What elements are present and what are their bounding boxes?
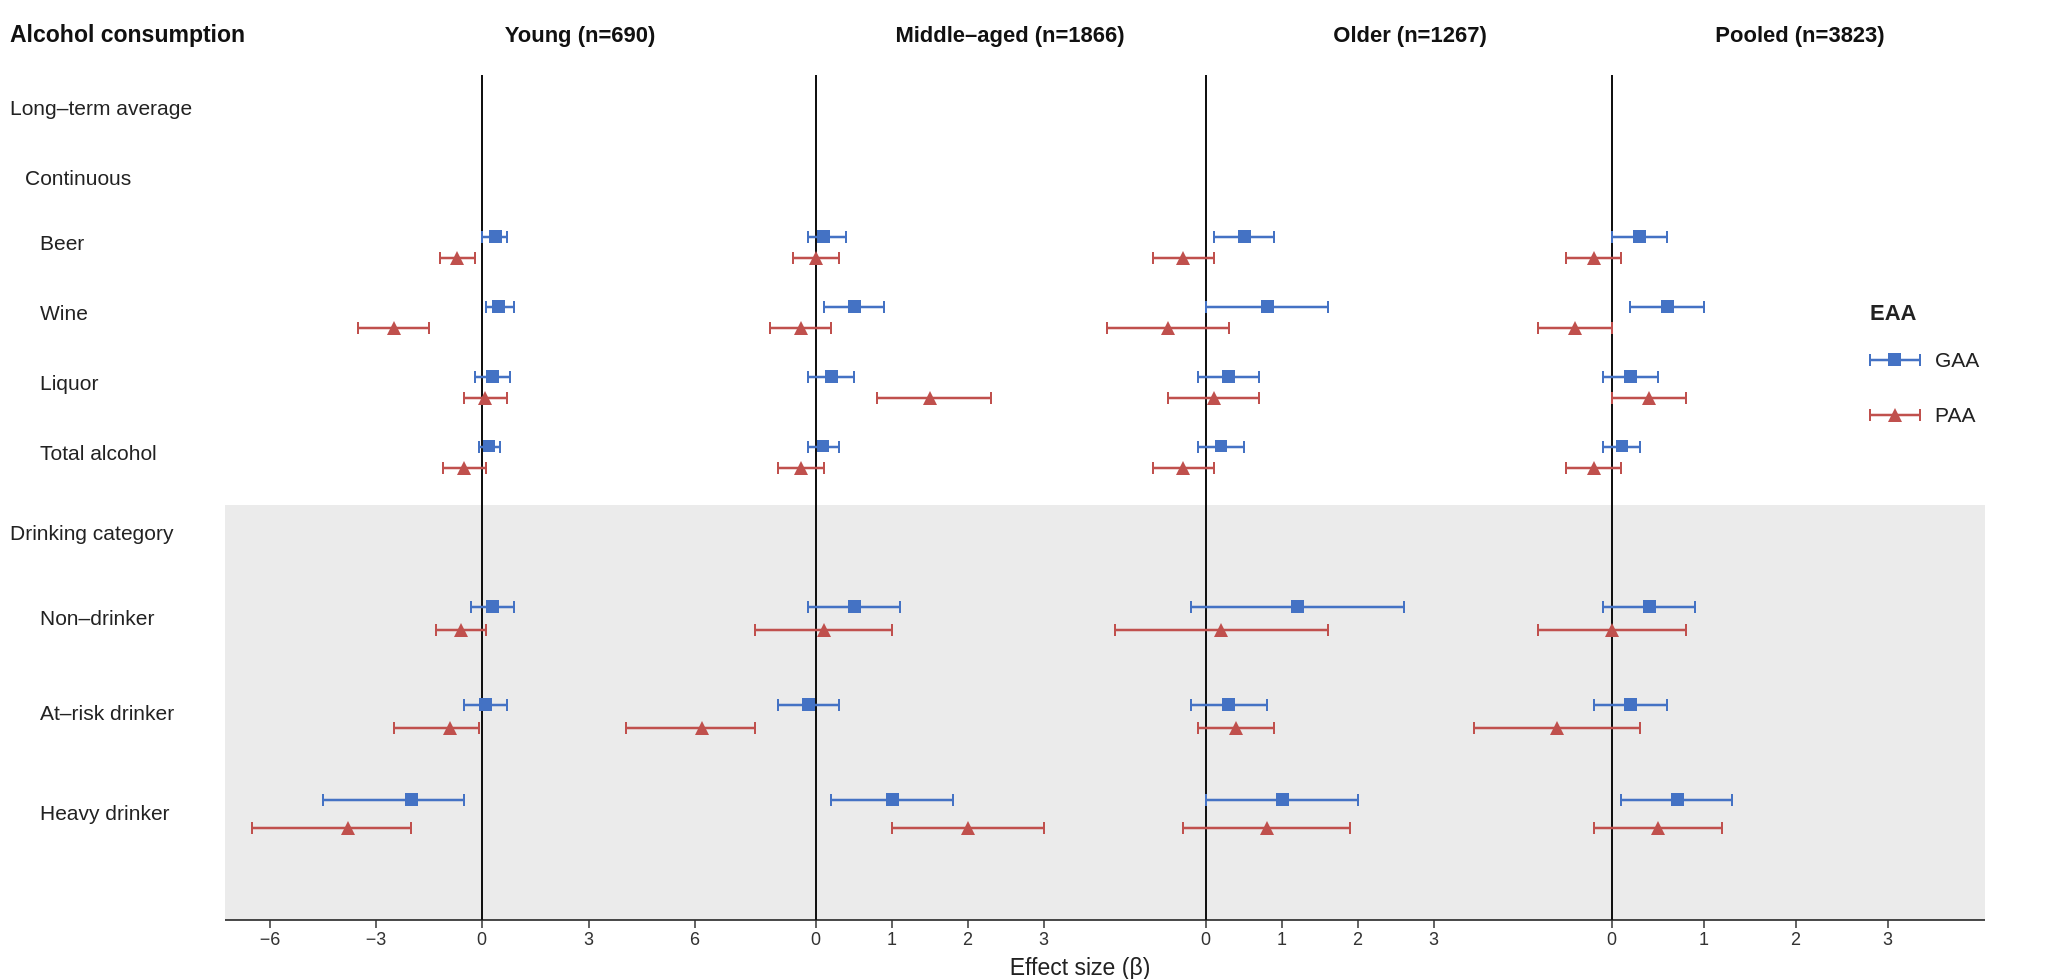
chart-svg: Alcohol consumption Young (n=690) Middle… [0, 0, 2050, 979]
p1-beer-gaa [482, 230, 507, 243]
label-total-alcohol: Total alcohol [40, 441, 157, 464]
p2-total-paa [778, 461, 824, 475]
shaded-region [225, 505, 1985, 920]
label-drinking-category: Drinking category [10, 521, 174, 544]
tick-2-0: 0 [811, 929, 821, 949]
svg-rect-19 [486, 370, 499, 383]
p3-total-gaa [1198, 440, 1244, 453]
svg-rect-219 [1671, 793, 1684, 806]
label-non-drinker: Non–drinker [40, 606, 154, 629]
p4-wine-gaa [1630, 300, 1704, 313]
label-longterm: Long–term average [10, 96, 192, 119]
p4-wine-paa [1538, 321, 1612, 335]
svg-rect-139 [1215, 440, 1227, 452]
svg-rect-203 [1643, 600, 1656, 613]
p3-wine-paa [1107, 321, 1229, 335]
legend-title: EAA [1870, 300, 1917, 325]
tick-3-0: 0 [1201, 929, 1211, 949]
p2-wine-paa [770, 321, 831, 335]
p1-liquor-paa [464, 391, 507, 405]
p4-total-gaa [1603, 440, 1640, 453]
p3-liquor-paa [1168, 391, 1259, 405]
p4-beer-gaa [1612, 230, 1667, 243]
p3-total-paa [1153, 461, 1214, 475]
svg-rect-43 [479, 698, 492, 711]
tick-1-6: 6 [690, 929, 700, 949]
svg-rect-51 [405, 793, 418, 806]
svg-rect-163 [1276, 793, 1289, 806]
label-at-risk: At–risk drinker [40, 701, 174, 724]
svg-rect-59 [817, 230, 830, 243]
p2-beer-paa [793, 251, 839, 265]
svg-rect-83 [817, 440, 829, 452]
svg-rect-115 [1238, 230, 1251, 243]
p2-beer-gaa [808, 230, 846, 243]
svg-rect-147 [1291, 600, 1304, 613]
tick-1-3: 3 [584, 929, 594, 949]
p2-liquor-paa [877, 391, 991, 405]
tick-4-2: 2 [1791, 929, 1801, 949]
p1-beer-paa [440, 251, 475, 265]
svg-rect-3 [489, 230, 502, 243]
tick-4-0: 0 [1607, 929, 1617, 949]
legend-gaa-marker [1888, 353, 1901, 366]
col-header-young: Young (n=690) [505, 22, 656, 47]
label-wine: Wine [40, 301, 88, 324]
col-header-pooled: Pooled (n=3823) [1715, 22, 1884, 47]
svg-rect-91 [848, 600, 861, 613]
p1-wine-paa [358, 321, 429, 335]
svg-rect-179 [1661, 300, 1674, 313]
col-header-older: Older (n=1267) [1333, 22, 1486, 47]
label-heavy: Heavy drinker [40, 801, 170, 824]
p3-wine-gaa [1206, 300, 1328, 313]
p1-liquor-gaa [475, 370, 510, 383]
p1-wine-gaa [486, 300, 514, 313]
p1-total-paa [443, 461, 486, 475]
p3-beer-paa [1153, 251, 1214, 265]
svg-rect-75 [825, 370, 838, 383]
tick-2-1: 1 [887, 929, 897, 949]
chart-container: Alcohol consumption Young (n=690) Middle… [0, 0, 2050, 979]
col-header-middle: Middle–aged (n=1866) [895, 22, 1124, 47]
p3-liquor-gaa [1198, 370, 1259, 383]
tick-3-2: 2 [1353, 929, 1363, 949]
p2-wine-gaa [824, 300, 884, 313]
svg-rect-11 [492, 300, 505, 313]
label-liquor: Liquor [40, 371, 98, 394]
tick-2-2: 2 [963, 929, 973, 949]
p2-liquor-gaa [808, 370, 854, 383]
y-axis-title: Alcohol consumption [10, 21, 245, 47]
svg-rect-35 [486, 600, 499, 613]
tick-3-3: 3 [1429, 929, 1439, 949]
p4-liquor-paa [1612, 391, 1686, 405]
tick-3-1: 1 [1277, 929, 1287, 949]
svg-rect-187 [1624, 370, 1637, 383]
p3-beer-gaa [1214, 230, 1274, 243]
svg-rect-155 [1222, 698, 1235, 711]
legend-paa-label: PAA [1935, 403, 1975, 426]
svg-rect-123 [1261, 300, 1274, 313]
tick-4-1: 1 [1699, 929, 1709, 949]
label-beer: Beer [40, 231, 84, 254]
svg-rect-195 [1616, 440, 1628, 452]
svg-rect-211 [1624, 698, 1637, 711]
tick-1-n6: −6 [260, 929, 281, 949]
tick-2-3: 3 [1039, 929, 1049, 949]
legend-gaa-label: GAA [1935, 348, 1979, 371]
svg-rect-131 [1222, 370, 1235, 383]
svg-rect-67 [848, 300, 861, 313]
tick-1-n3: −3 [366, 929, 387, 949]
svg-rect-99 [802, 698, 815, 711]
tick-1-0: 0 [477, 929, 487, 949]
svg-rect-107 [886, 793, 899, 806]
label-continuous: Continuous [25, 166, 131, 189]
x-axis-title: Effect size (β) [1010, 954, 1151, 979]
p2-total-gaa [808, 440, 839, 453]
svg-rect-27 [483, 440, 495, 452]
tick-4-3: 3 [1883, 929, 1893, 949]
svg-rect-171 [1633, 230, 1646, 243]
